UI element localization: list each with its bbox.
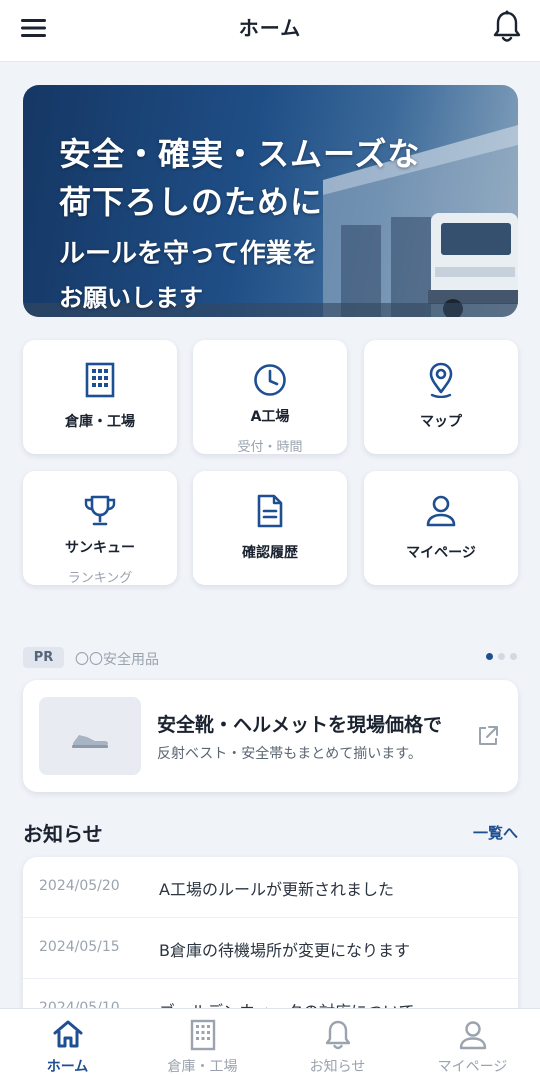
tile-sublabel: ランキング — [67, 571, 133, 586]
news-item[interactable]: 2024/05/20 A工場のルールが更新されました — [23, 857, 518, 918]
banner-message-line2: お願いします — [59, 284, 203, 312]
trophy-icon — [84, 495, 116, 526]
pr-ad-card[interactable]: 安全靴・ヘルメットを現場価格で 反射ベスト・安全帯もまとめて揃います。 — [23, 680, 518, 792]
nav-label: お知らせ — [309, 1059, 366, 1075]
banner-headline-line2: 荷下ろしのために — [59, 183, 324, 221]
tile-label: 確認履歴 — [242, 545, 298, 561]
pr-badge: PR — [23, 647, 64, 668]
nav-label: マイページ — [437, 1059, 508, 1075]
news-date: 2024/05/15 — [39, 939, 120, 955]
shoe-icon — [72, 735, 109, 748]
nav-home[interactable]: ホーム — [0, 1009, 135, 1075]
ad-thumbnail — [39, 697, 141, 775]
tile-confirmation-history[interactable]: 確認履歴 — [193, 471, 347, 585]
news-item[interactable]: 2024/05/15 B倉庫の待機場所が変更になります — [23, 918, 518, 979]
notification-bell-icon[interactable] — [492, 10, 522, 44]
document-icon — [257, 494, 283, 528]
carousel-dot-active[interactable] — [486, 653, 493, 660]
news-date: 2024/05/20 — [39, 878, 120, 894]
app-screen: ホーム 安全・確実・スムーズな 荷下ろしのために ルールを守って作業を お願いし… — [0, 0, 540, 1075]
building-icon — [190, 1019, 215, 1051]
nav-notifications[interactable]: お知らせ — [270, 1009, 405, 1075]
news-view-all-link[interactable]: 一覧へ — [473, 822, 518, 843]
safety-banner[interactable]: 安全・確実・スムーズな 荷下ろしのために ルールを守って作業を お願いします — [23, 85, 518, 317]
ad-title: 安全靴・ヘルメットを現場価格で — [157, 714, 443, 736]
bottom-navigation: ホーム 倉庫・工場 お知らせ マイページ — [0, 1008, 540, 1075]
user-icon — [426, 495, 456, 527]
bell-icon — [325, 1020, 350, 1050]
tile-warehouse-factory[interactable]: 倉庫・工場 — [23, 340, 177, 454]
home-icon — [53, 1020, 82, 1048]
tile-label: マイページ — [406, 545, 476, 561]
user-icon — [459, 1021, 486, 1050]
banner-message-line1: ルールを守って作業を — [59, 239, 318, 269]
tile-label: 倉庫・工場 — [65, 414, 135, 430]
ad-description: 反射ベスト・安全帯もまとめて揃います。 — [157, 746, 422, 762]
tile-label: A工場 — [250, 409, 290, 425]
carousel-dot[interactable] — [510, 653, 517, 660]
tile-label: マップ — [420, 414, 462, 430]
page-title: ホーム — [238, 16, 302, 40]
pr-header: PR 〇〇安全用品 — [23, 647, 518, 669]
clock-icon — [254, 364, 286, 396]
news-text: A工場のルールが更新されました — [159, 880, 394, 899]
carousel-indicator[interactable] — [486, 653, 518, 663]
map-pin-icon — [429, 362, 453, 398]
tile-label: サンキュー — [65, 540, 135, 556]
external-link-icon[interactable] — [476, 724, 500, 748]
tile-my-page[interactable]: マイページ — [364, 471, 518, 585]
nav-label: 倉庫・工場 — [167, 1059, 238, 1075]
top-app-bar: ホーム — [0, 0, 540, 62]
tile-thank-you-ranking[interactable]: サンキュー ランキング — [23, 471, 177, 586]
news-text: B倉庫の待機場所が変更になります — [159, 941, 410, 960]
banner-headline-line1: 安全・確実・スムーズな — [59, 135, 421, 173]
carousel-dot[interactable] — [498, 653, 505, 660]
nav-my-page[interactable]: マイページ — [405, 1009, 540, 1075]
building-icon — [85, 362, 115, 398]
nav-label: ホーム — [46, 1059, 89, 1075]
nav-warehouse-factory[interactable]: 倉庫・工場 — [135, 1009, 270, 1075]
tile-map[interactable]: マップ — [364, 340, 518, 454]
pr-sponsor-name: 〇〇安全用品 — [75, 652, 159, 668]
news-section-title: お知らせ — [23, 822, 103, 846]
tile-a-factory-reception[interactable]: A工場 受付・時間 — [193, 340, 347, 455]
tile-sublabel: 受付・時間 — [237, 440, 303, 455]
